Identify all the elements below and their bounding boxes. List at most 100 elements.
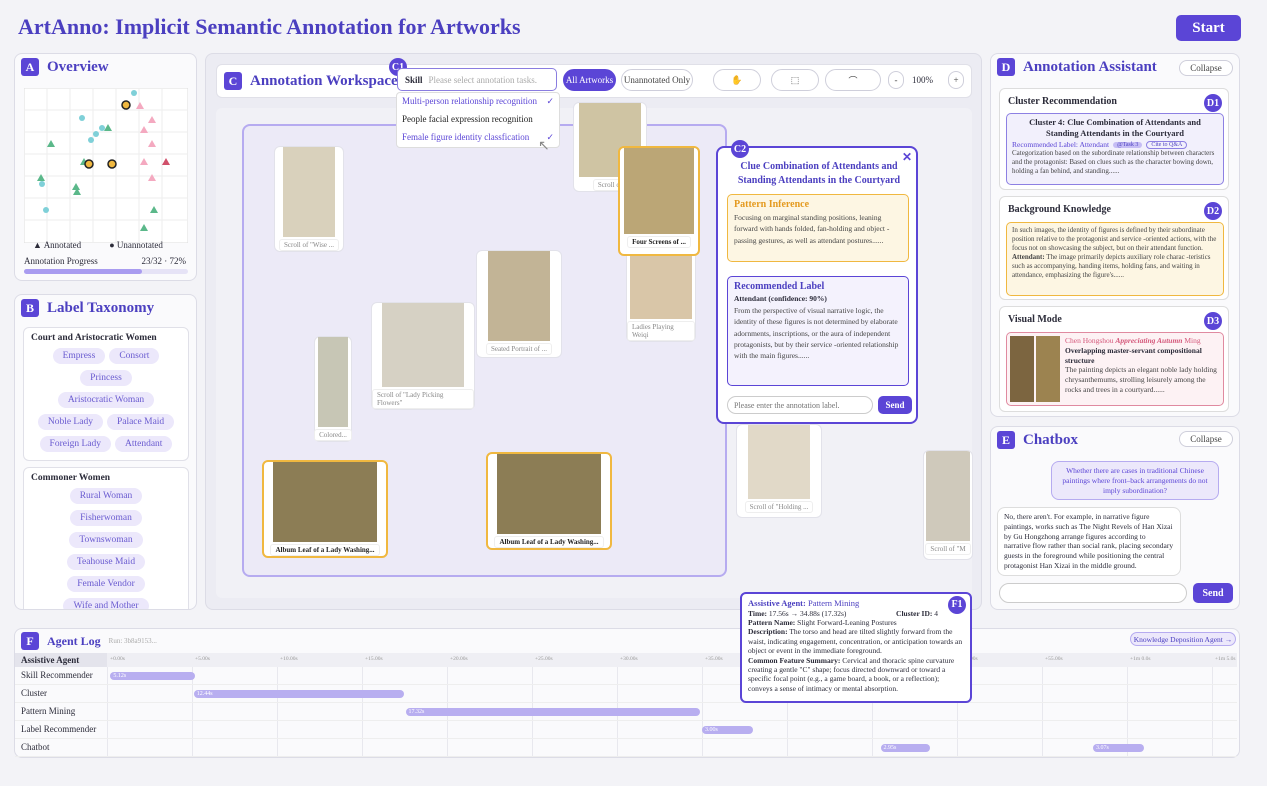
bot-message: No, there aren't. For example, in narrat… [997, 507, 1181, 576]
artwork-card-selected[interactable]: Album Leaf of a Lady Washing... [262, 460, 388, 558]
popup-panel: C2 ✕ Clue Combination of Attendants and … [716, 140, 918, 424]
agent-bar[interactable]: 3.00s [702, 726, 753, 734]
user-message: Whether there are cases in traditional C… [1051, 461, 1219, 501]
label-chip[interactable]: Townswoman [69, 532, 143, 548]
skill-option[interactable]: Multi-person relationship recognition ✓ [397, 93, 559, 111]
chatbox-collapse-button[interactable]: Collapse [1179, 431, 1233, 447]
label-chip[interactable]: Wife and Mother [63, 598, 149, 609]
d1-text: Categorization based on the subordinate … [1012, 149, 1215, 176]
pan-tool-button[interactable]: ✋ [713, 69, 761, 91]
label-chip[interactable]: Noble Lady [37, 414, 103, 430]
agent-bar[interactable]: 2.95s [880, 744, 930, 752]
cite-tag[interactable]: Cite to Q&A [1146, 140, 1188, 149]
popup-send-button[interactable]: Send [878, 396, 912, 414]
zoom-level: 100% [912, 75, 933, 85]
chat-send-button[interactable]: Send [1193, 583, 1233, 603]
label-chip[interactable]: Attendant [114, 436, 173, 452]
label-chip[interactable]: Fisherwoman [70, 510, 142, 526]
popup-title: Clue Combination of Attendants and Stand… [737, 161, 901, 186]
time-tick: +15.00s [365, 656, 383, 662]
skill-option[interactable]: People facial expression recognition [397, 111, 559, 129]
d2-bold: Attendant: [1012, 253, 1045, 262]
label-chip[interactable]: Teahouse Maid [66, 554, 146, 570]
agent-bar[interactable]: 17.32s [405, 708, 700, 716]
d3-text: The painting depicts an elegant noble la… [1065, 365, 1217, 394]
skill-dropdown: Multi-person relationship recognition ✓ Pe… [396, 92, 560, 148]
skill-selector[interactable]: Skill Please select annotation tasks. [397, 68, 557, 91]
zoom-out-button[interactable]: - [888, 71, 904, 89]
d3-artist: Chen Hongshou [1065, 336, 1114, 345]
agentlog-panel: F Agent Log Run: 3b8a9153... Knowledge Dep… [14, 628, 1240, 758]
agent-row-line [15, 684, 1237, 685]
pattern-title: Pattern Inference [734, 199, 810, 210]
label-input[interactable] [727, 396, 873, 414]
artwork-card[interactable]: Scroll of "Wise ... [274, 146, 344, 252]
skill-option-label: People facial expression recognition [402, 114, 533, 124]
d2-text1: In such images, the identity of figures … [1012, 226, 1217, 253]
grid-line [702, 667, 703, 757]
agent-name: Skill Recommender [21, 670, 93, 680]
tt-common-label: Common Feature Summary: [748, 655, 841, 665]
artwork-card[interactable]: Scroll of "Lady Picking Flowers" [371, 302, 475, 410]
grid-line [1042, 667, 1043, 757]
d3-badge: D3 [1204, 312, 1222, 330]
knowledge-deposition-button[interactable]: Knowledge Deposition Agent → [1130, 632, 1236, 646]
artwork-card-selected[interactable]: Four Screens of ... [618, 146, 700, 256]
d1-card[interactable]: Cluster 4: Clue Combination of Attendant… [1006, 113, 1224, 185]
tt-time-label: Time: [748, 608, 768, 618]
chatbox-title: Chatbox [1023, 431, 1079, 448]
all-artworks-button[interactable]: All Artworks [563, 69, 616, 91]
taxonomy-panel: B Label Taxonomy Court and Aristocratic W… [14, 294, 197, 610]
agent-tooltip: F1 Assistive Agent: Pattern Mining Time:… [740, 592, 972, 703]
label-chip[interactable]: Female Vendor [67, 576, 145, 592]
artwork-card[interactable]: Seated Portrait of ... [476, 250, 562, 358]
artwork-card[interactable]: Scroll of "M [923, 450, 973, 560]
label-chip[interactable]: Princess [80, 370, 132, 386]
workspace-badge: C [224, 72, 242, 90]
recommend-card: Recommended Label Attendant (confidence:… [727, 276, 909, 386]
artwork-caption: Album Leaf of a Lady Washing... [270, 544, 380, 556]
artwork-caption: Four Screens of ... [627, 236, 691, 248]
artwork-card[interactable]: Colored... [314, 336, 352, 442]
time-tick: +10.00s [280, 656, 298, 662]
overview-scatter[interactable] [24, 88, 188, 243]
label-chip[interactable]: Rural Woman [69, 488, 143, 504]
taxonomy-badge: B [21, 299, 39, 317]
zoom-in-button[interactable]: + [948, 71, 964, 89]
skill-option-label: Multi-person relationship recognition [402, 96, 537, 106]
agent-bar[interactable]: 5.12s [110, 672, 196, 680]
tt-agent-label: Assistive Agent: [748, 598, 806, 608]
agent-row-line [15, 756, 1237, 757]
artwork-card-selected[interactable]: Album Leaf of a Lady Washing... [486, 452, 612, 550]
progress-value: 23/32 · 72% [141, 256, 187, 266]
label-chip[interactable]: Foreign Lady [39, 436, 111, 452]
task-tag[interactable]: @Task 3 [1113, 141, 1143, 148]
artwork-caption: Scroll of "M [925, 543, 971, 555]
assistant-collapse-button[interactable]: Collapse [1179, 60, 1233, 76]
lasso-tool-button[interactable]: ⌒ [825, 69, 881, 91]
skill-option-label: Female figure identity classfication [402, 132, 530, 142]
label-chip[interactable]: Consort [109, 348, 160, 364]
label-chip[interactable]: Palace Maid [106, 414, 175, 430]
assistant-panel: D Annotation Assistant Collapse Cluster R… [990, 53, 1240, 417]
c2-badge: C2 [731, 140, 749, 158]
select-tool-button[interactable]: ⬚ [771, 69, 819, 91]
artwork-card[interactable]: Scroll of "Holding ... [736, 424, 822, 518]
chat-input[interactable] [999, 583, 1187, 603]
tt-pattern: Slight Forward-Leaning Postures [797, 618, 897, 627]
overview-title: Overview [47, 58, 109, 75]
label-chip[interactable]: Empress [52, 348, 106, 364]
taxonomy-group: Court and Aristocratic Women Empress Conso… [23, 327, 189, 461]
unannotated-only-button[interactable]: Unannotated Only [621, 69, 693, 91]
skill-option[interactable]: Female figure identity classfication ✓ [397, 129, 559, 147]
label-chip[interactable]: Aristocratic Woman [57, 392, 155, 408]
agent-bar[interactable]: 3.07s [1093, 744, 1144, 752]
progress-label: Annotation Progress [24, 256, 98, 266]
agent-name: Cluster [21, 688, 47, 698]
agent-bar[interactable]: 12.44s [193, 690, 405, 698]
start-button[interactable]: Start [1176, 15, 1241, 41]
taxonomy-group: Commoner Women Rural Woman Fisherwoman Town… [23, 467, 189, 609]
point-unannotated [131, 90, 137, 96]
time-tick: +35.00s [705, 656, 723, 662]
time-tick: +0.00s [110, 656, 125, 662]
